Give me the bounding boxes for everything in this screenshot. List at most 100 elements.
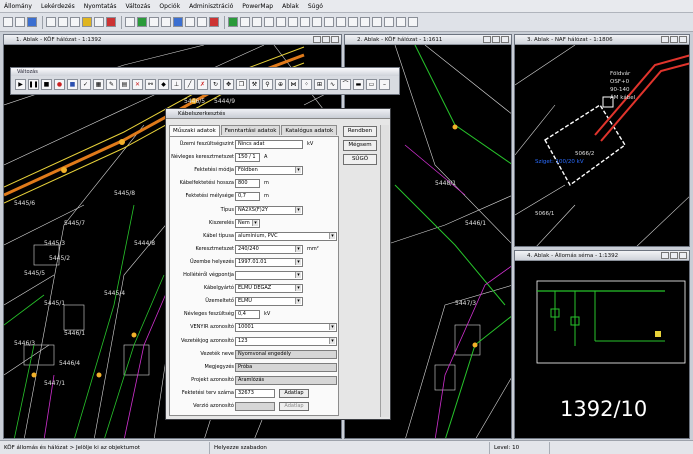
play-icon[interactable]: ▶ [15, 79, 26, 90]
ok-button[interactable]: Rendben [343, 126, 377, 137]
undo-icon[interactable] [360, 17, 370, 27]
cut-icon[interactable]: ✕ [132, 79, 143, 90]
help-button[interactable]: SÚGÓ [343, 154, 377, 165]
select-icon[interactable] [161, 17, 171, 27]
field-select[interactable]: 240/240 [235, 244, 303, 254]
node-icon[interactable]: ◆ [158, 79, 169, 90]
attribute-icon[interactable] [264, 17, 274, 27]
schema-canvas[interactable]: 1392/10 [515, 261, 690, 439]
field-input[interactable] [235, 402, 275, 411]
minimize-icon[interactable] [313, 36, 321, 43]
search-icon[interactable] [240, 17, 250, 27]
menu-item[interactable]: PowerMap [242, 3, 273, 10]
datasheet-button[interactable]: Adatlap [279, 402, 309, 411]
pan-icon[interactable] [82, 17, 92, 27]
chevron-down-icon[interactable]: ▾ [295, 206, 301, 213]
join-icon[interactable]: ⋈ [288, 79, 299, 90]
link-icon[interactable]: ⚯ [145, 79, 156, 90]
table-icon[interactable]: ▤ [119, 79, 130, 90]
dialog-scrollbar[interactable] [380, 125, 389, 417]
edit-palette[interactable]: Változás ▶ ❚❚ ■ ● ■ ✓ ▦ ✎ ▤ ✕ ⚯ ◆ ⊥ ╱ ✗ … [10, 67, 400, 95]
chevron-down-icon[interactable]: ▾ [329, 324, 335, 331]
query-icon[interactable] [252, 17, 262, 27]
window-icon[interactable] [396, 17, 406, 27]
settings-icon[interactable] [384, 17, 394, 27]
menu-item[interactable]: Lekérdezés [41, 3, 75, 10]
fit-icon[interactable] [94, 17, 104, 27]
copy-icon[interactable]: ❐ [236, 79, 247, 90]
field-input[interactable]: 32673 [235, 388, 275, 398]
table2-icon[interactable]: ⊞ [314, 79, 325, 90]
redo-icon[interactable] [372, 17, 382, 27]
grid-icon[interactable] [185, 17, 195, 27]
arc-icon[interactable]: ⌒ [340, 79, 351, 90]
refresh-icon[interactable] [137, 17, 147, 27]
dash-icon[interactable]: – [379, 79, 390, 90]
field-select[interactable]: ELMŰ [235, 297, 303, 307]
chevron-down-icon[interactable]: ▾ [295, 298, 301, 305]
move-icon[interactable]: ✥ [223, 79, 234, 90]
minimize-icon[interactable] [483, 36, 491, 43]
help-icon[interactable] [408, 17, 418, 27]
measure-icon[interactable] [149, 17, 159, 27]
edit-icon[interactable]: ✎ [106, 79, 117, 90]
datasheet-button[interactable]: Adatlap [279, 388, 309, 398]
tab-maintenance[interactable]: Fenntartási adatok [220, 125, 281, 135]
field-select[interactable]: 123 [235, 336, 337, 346]
erase-icon[interactable]: ✗ [197, 79, 208, 90]
menu-item[interactable]: Ablak [282, 3, 299, 10]
cancel-button[interactable]: Mégsem [343, 140, 377, 151]
split-icon[interactable]: ⊥ [171, 79, 182, 90]
rotate-icon[interactable]: ↻ [210, 79, 221, 90]
menu-item[interactable]: Változás [125, 3, 150, 10]
info-icon[interactable] [173, 17, 183, 27]
close-icon[interactable] [501, 36, 509, 43]
cable-edit-dialog[interactable]: Kábelszerkesztés Műszaki adatok Fenntart… [165, 108, 391, 420]
field-input[interactable]: Aramlózás [235, 375, 337, 385]
bar-icon[interactable]: ▬ [353, 79, 364, 90]
schema-window-4[interactable]: 4. Ablak - Állomás séma - 1:1392 1392/10 [514, 250, 690, 439]
rect-icon[interactable]: ▭ [366, 79, 377, 90]
field-select[interactable]: 1997.01.01 [235, 257, 303, 267]
field-input[interactable]: 0,4 [235, 310, 260, 320]
save-icon[interactable] [27, 17, 37, 27]
field-select[interactable]: ELMŰ DÉGÁZ [235, 284, 303, 294]
polygon-icon[interactable] [312, 17, 322, 27]
node-icon[interactable] [288, 17, 298, 27]
text-icon[interactable] [197, 17, 207, 27]
chevron-down-icon[interactable]: ▾ [295, 245, 301, 252]
zoom-out-icon[interactable] [70, 17, 80, 27]
close-icon[interactable] [679, 36, 687, 43]
move-icon[interactable] [324, 17, 334, 27]
field-input[interactable]: Nincs adat [235, 140, 303, 149]
pause-icon[interactable]: ❚❚ [28, 79, 39, 90]
grid-icon[interactable]: ▦ [93, 79, 104, 90]
maximize-icon[interactable] [670, 252, 678, 259]
field-select[interactable]: alumínium, PVC [235, 231, 337, 241]
maximize-icon[interactable] [492, 36, 500, 43]
menu-item[interactable]: Adminisztráció [189, 3, 233, 10]
new-icon[interactable] [3, 17, 13, 27]
maximize-icon[interactable] [322, 36, 330, 43]
curve-icon[interactable]: ∿ [327, 79, 338, 90]
copy-icon[interactable] [348, 17, 358, 27]
tab-catalog[interactable]: Katalógus adatok [281, 125, 338, 135]
field-select[interactable] [235, 271, 303, 280]
chevron-down-icon[interactable]: ▾ [295, 272, 301, 278]
zoom-in-icon[interactable] [58, 17, 68, 27]
chevron-down-icon[interactable]: ▾ [329, 232, 335, 239]
tree-icon[interactable]: ⚲ [262, 79, 273, 90]
field-select[interactable]: 10001 [235, 323, 337, 333]
field-input[interactable]: 0,7 [235, 192, 260, 202]
stop-icon[interactable]: ■ [41, 79, 52, 90]
circle-icon[interactable] [228, 17, 238, 27]
chevron-down-icon[interactable]: ▾ [329, 337, 335, 344]
menu-item[interactable]: Állomány [4, 3, 32, 10]
close-icon[interactable] [331, 36, 339, 43]
open-icon[interactable] [15, 17, 25, 27]
menu-item[interactable]: Nyomtatás [84, 3, 117, 10]
chevron-down-icon[interactable]: ▾ [295, 258, 301, 265]
stop-icon[interactable] [209, 17, 219, 27]
map-window-3[interactable]: 3. Ablak - NAF hálózat - 1:1806 Földvár O… [514, 34, 690, 247]
chevron-down-icon[interactable]: ▾ [295, 285, 301, 292]
